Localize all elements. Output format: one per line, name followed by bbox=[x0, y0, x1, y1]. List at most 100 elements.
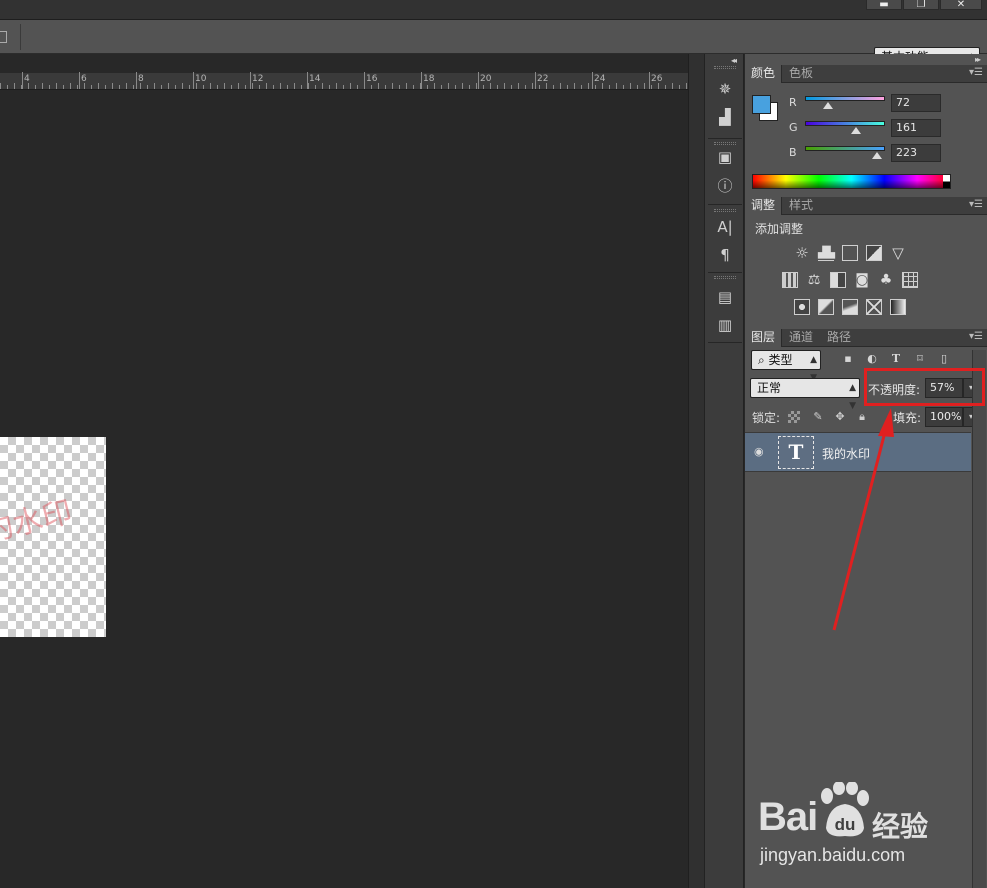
character-icon[interactable]: A| bbox=[716, 218, 734, 236]
hue-saturation-icon[interactable] bbox=[782, 272, 798, 288]
eye-icon[interactable]: ◉ bbox=[754, 446, 768, 458]
notes-icon[interactable]: ▤ bbox=[716, 288, 734, 306]
ruler-label: 26 bbox=[651, 74, 663, 84]
layer-row[interactable]: ◉ T 我的水印 bbox=[745, 432, 971, 472]
tab-layers[interactable]: 图层 bbox=[745, 329, 783, 347]
green-label: G bbox=[789, 121, 798, 134]
lock-pixels-icon[interactable]: ✎ bbox=[811, 410, 825, 424]
threshold-icon[interactable] bbox=[842, 299, 858, 315]
tab-color[interactable]: 颜色 bbox=[745, 65, 783, 83]
green-slider[interactable] bbox=[805, 121, 885, 126]
invert-icon[interactable] bbox=[794, 299, 810, 315]
levels-icon[interactable]: ▟▙ bbox=[818, 245, 835, 261]
panel-menu-icon[interactable]: ▾☰ bbox=[969, 67, 983, 78]
blue-value-input[interactable]: 223 bbox=[891, 144, 941, 162]
posterize-icon[interactable] bbox=[818, 299, 834, 315]
paragraph-icon[interactable]: ¶ bbox=[716, 246, 734, 264]
shape-filter-icon[interactable]: ⌑ bbox=[913, 352, 927, 366]
ruler-minor-tick bbox=[525, 85, 526, 89]
brightness-icon[interactable]: ☼ bbox=[794, 245, 810, 261]
green-slider-thumb[interactable] bbox=[851, 127, 861, 134]
ruler-minor-tick bbox=[126, 83, 127, 89]
black-white-icon[interactable] bbox=[830, 272, 846, 288]
navigator-icon[interactable]: ✵ bbox=[716, 80, 734, 98]
green-value-input[interactable]: 161 bbox=[891, 119, 941, 137]
expand-icon[interactable]: ▸▸ bbox=[975, 55, 981, 64]
red-slider-thumb[interactable] bbox=[823, 102, 833, 109]
panel-menu-icon[interactable]: ▾☰ bbox=[969, 199, 983, 210]
ruler-minor-tick bbox=[490, 83, 491, 89]
tab-paths[interactable]: 路径 bbox=[821, 329, 857, 347]
photo-filter-icon[interactable]: ◙ bbox=[854, 272, 870, 288]
lock-position-icon[interactable]: ✥ bbox=[833, 410, 847, 424]
curves-icon[interactable] bbox=[842, 245, 858, 261]
ruler-minor-tick bbox=[602, 83, 603, 89]
black-white-ramp[interactable] bbox=[943, 175, 950, 188]
grip-handle[interactable] bbox=[714, 276, 736, 279]
layers-scrollbar[interactable] bbox=[972, 350, 986, 888]
ruler-minor-tick bbox=[280, 83, 281, 89]
minimize-button[interactable]: ▬ bbox=[866, 0, 902, 10]
ruler-major-tick bbox=[193, 72, 194, 89]
properties-icon[interactable]: ▥ bbox=[716, 316, 734, 334]
ruler-minor-tick bbox=[231, 85, 232, 89]
channel-mixer-icon[interactable]: ♣ bbox=[878, 272, 894, 288]
color-lookup-icon[interactable] bbox=[902, 272, 918, 288]
info-icon[interactable]: ⓘ bbox=[716, 177, 734, 195]
grip-handle[interactable] bbox=[714, 66, 736, 69]
ruler-major-tick bbox=[421, 72, 422, 89]
color-balance-icon[interactable]: ⚖ bbox=[806, 272, 822, 288]
close-button[interactable]: ✕ bbox=[940, 0, 982, 10]
blue-slider-thumb[interactable] bbox=[872, 152, 882, 159]
ruler-major-tick bbox=[649, 72, 650, 89]
gradient-map-icon[interactable] bbox=[890, 299, 906, 315]
ruler-minor-tick bbox=[434, 83, 435, 89]
tab-channels[interactable]: 通道 bbox=[783, 329, 819, 347]
red-label: R bbox=[789, 96, 797, 109]
ruler-minor-tick bbox=[560, 83, 561, 89]
foreground-color-swatch[interactable] bbox=[752, 95, 771, 114]
red-slider[interactable] bbox=[805, 96, 885, 101]
layer-filter-select[interactable]: ⌕ 类型 ▲▼ bbox=[751, 350, 821, 383]
document-tab-area bbox=[0, 54, 704, 73]
ruler-minor-tick bbox=[665, 85, 666, 89]
tab-adjustments[interactable]: 调整 bbox=[745, 197, 783, 215]
tool-preset-icon[interactable] bbox=[0, 31, 7, 43]
fill-input[interactable]: 100% bbox=[925, 407, 963, 427]
right-panels: ▸▸ 颜色 色板 ▾☰ R 72 G 161 B 223 调整 样式 ▾☰ 添加… bbox=[745, 54, 987, 888]
red-value-input[interactable]: 72 bbox=[891, 94, 941, 112]
adjustment-filter-icon[interactable]: ◐ bbox=[865, 352, 879, 366]
histogram-icon[interactable]: ▟ bbox=[716, 108, 734, 126]
grip-handle[interactable] bbox=[714, 142, 736, 145]
ruler-minor-tick bbox=[140, 83, 141, 89]
3d-icon[interactable]: ▣ bbox=[716, 148, 734, 166]
canvas-vertical-scrollbar[interactable] bbox=[688, 54, 704, 888]
document-image[interactable]: 的水印 bbox=[0, 437, 106, 637]
collapse-icon[interactable]: ◂◂ bbox=[731, 56, 737, 65]
exposure-icon[interactable] bbox=[866, 245, 882, 261]
tab-styles[interactable]: 样式 bbox=[783, 197, 819, 215]
lock-transparent-icon[interactable] bbox=[788, 411, 800, 423]
selective-color-icon[interactable] bbox=[866, 299, 882, 315]
pixel-filter-icon[interactable]: ▪ bbox=[841, 352, 855, 366]
restore-button[interactable]: ❐ bbox=[903, 0, 939, 10]
color-spectrum-bar[interactable] bbox=[752, 174, 951, 189]
vibrance-icon[interactable]: ▽ bbox=[890, 245, 906, 261]
blue-slider[interactable] bbox=[805, 146, 885, 151]
ruler-minor-tick bbox=[644, 83, 645, 89]
tab-swatches[interactable]: 色板 bbox=[783, 65, 819, 83]
text-layer-thumbnail[interactable]: T bbox=[778, 436, 814, 469]
blend-mode-select[interactable]: 正常 ▲ ▼ bbox=[750, 378, 860, 411]
smart-object-filter-icon[interactable]: ▯ bbox=[937, 352, 951, 366]
panel-menu-icon[interactable]: ▾☰ bbox=[969, 331, 983, 342]
ruler-minor-tick bbox=[399, 85, 400, 89]
ruler-major-tick bbox=[478, 72, 479, 89]
lock-all-icon[interactable]: 🔒︎ bbox=[855, 410, 869, 424]
layer-name[interactable]: 我的水印 bbox=[822, 445, 870, 462]
ruler-minor-tick bbox=[28, 83, 29, 89]
ruler-minor-tick bbox=[567, 85, 568, 89]
type-filter-icon[interactable]: T bbox=[889, 352, 903, 366]
ruler-minor-tick bbox=[420, 83, 421, 89]
grip-handle[interactable] bbox=[714, 209, 736, 212]
baidu-paw-icon: du bbox=[821, 782, 869, 837]
